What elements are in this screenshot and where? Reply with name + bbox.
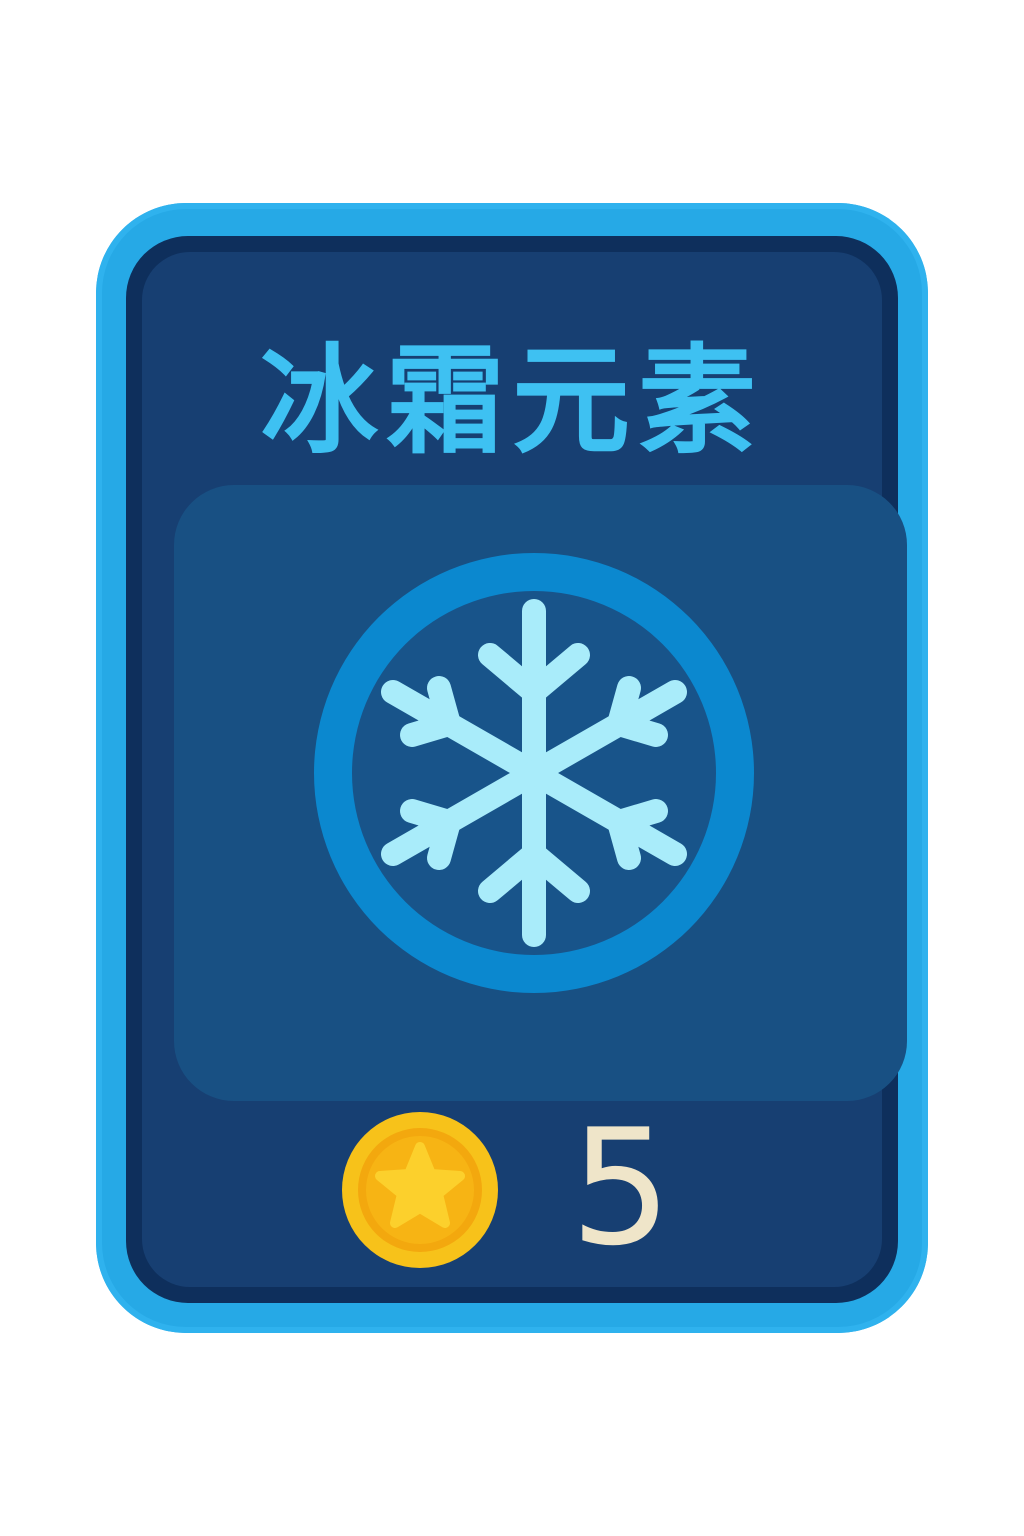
card-rim: 冰霜元素 5	[126, 236, 907, 1303]
cost-row: 5	[342, 1108, 702, 1272]
card-face: 冰霜元素 5	[142, 252, 907, 1287]
card-title: 冰霜元素	[259, 332, 764, 470]
card-art-panel	[174, 485, 907, 1101]
snowflake-icon	[314, 553, 754, 993]
coin-star-icon	[342, 1112, 498, 1268]
cost-value: 5	[570, 1094, 672, 1281]
card[interactable]: 冰霜元素 5	[96, 203, 928, 1333]
